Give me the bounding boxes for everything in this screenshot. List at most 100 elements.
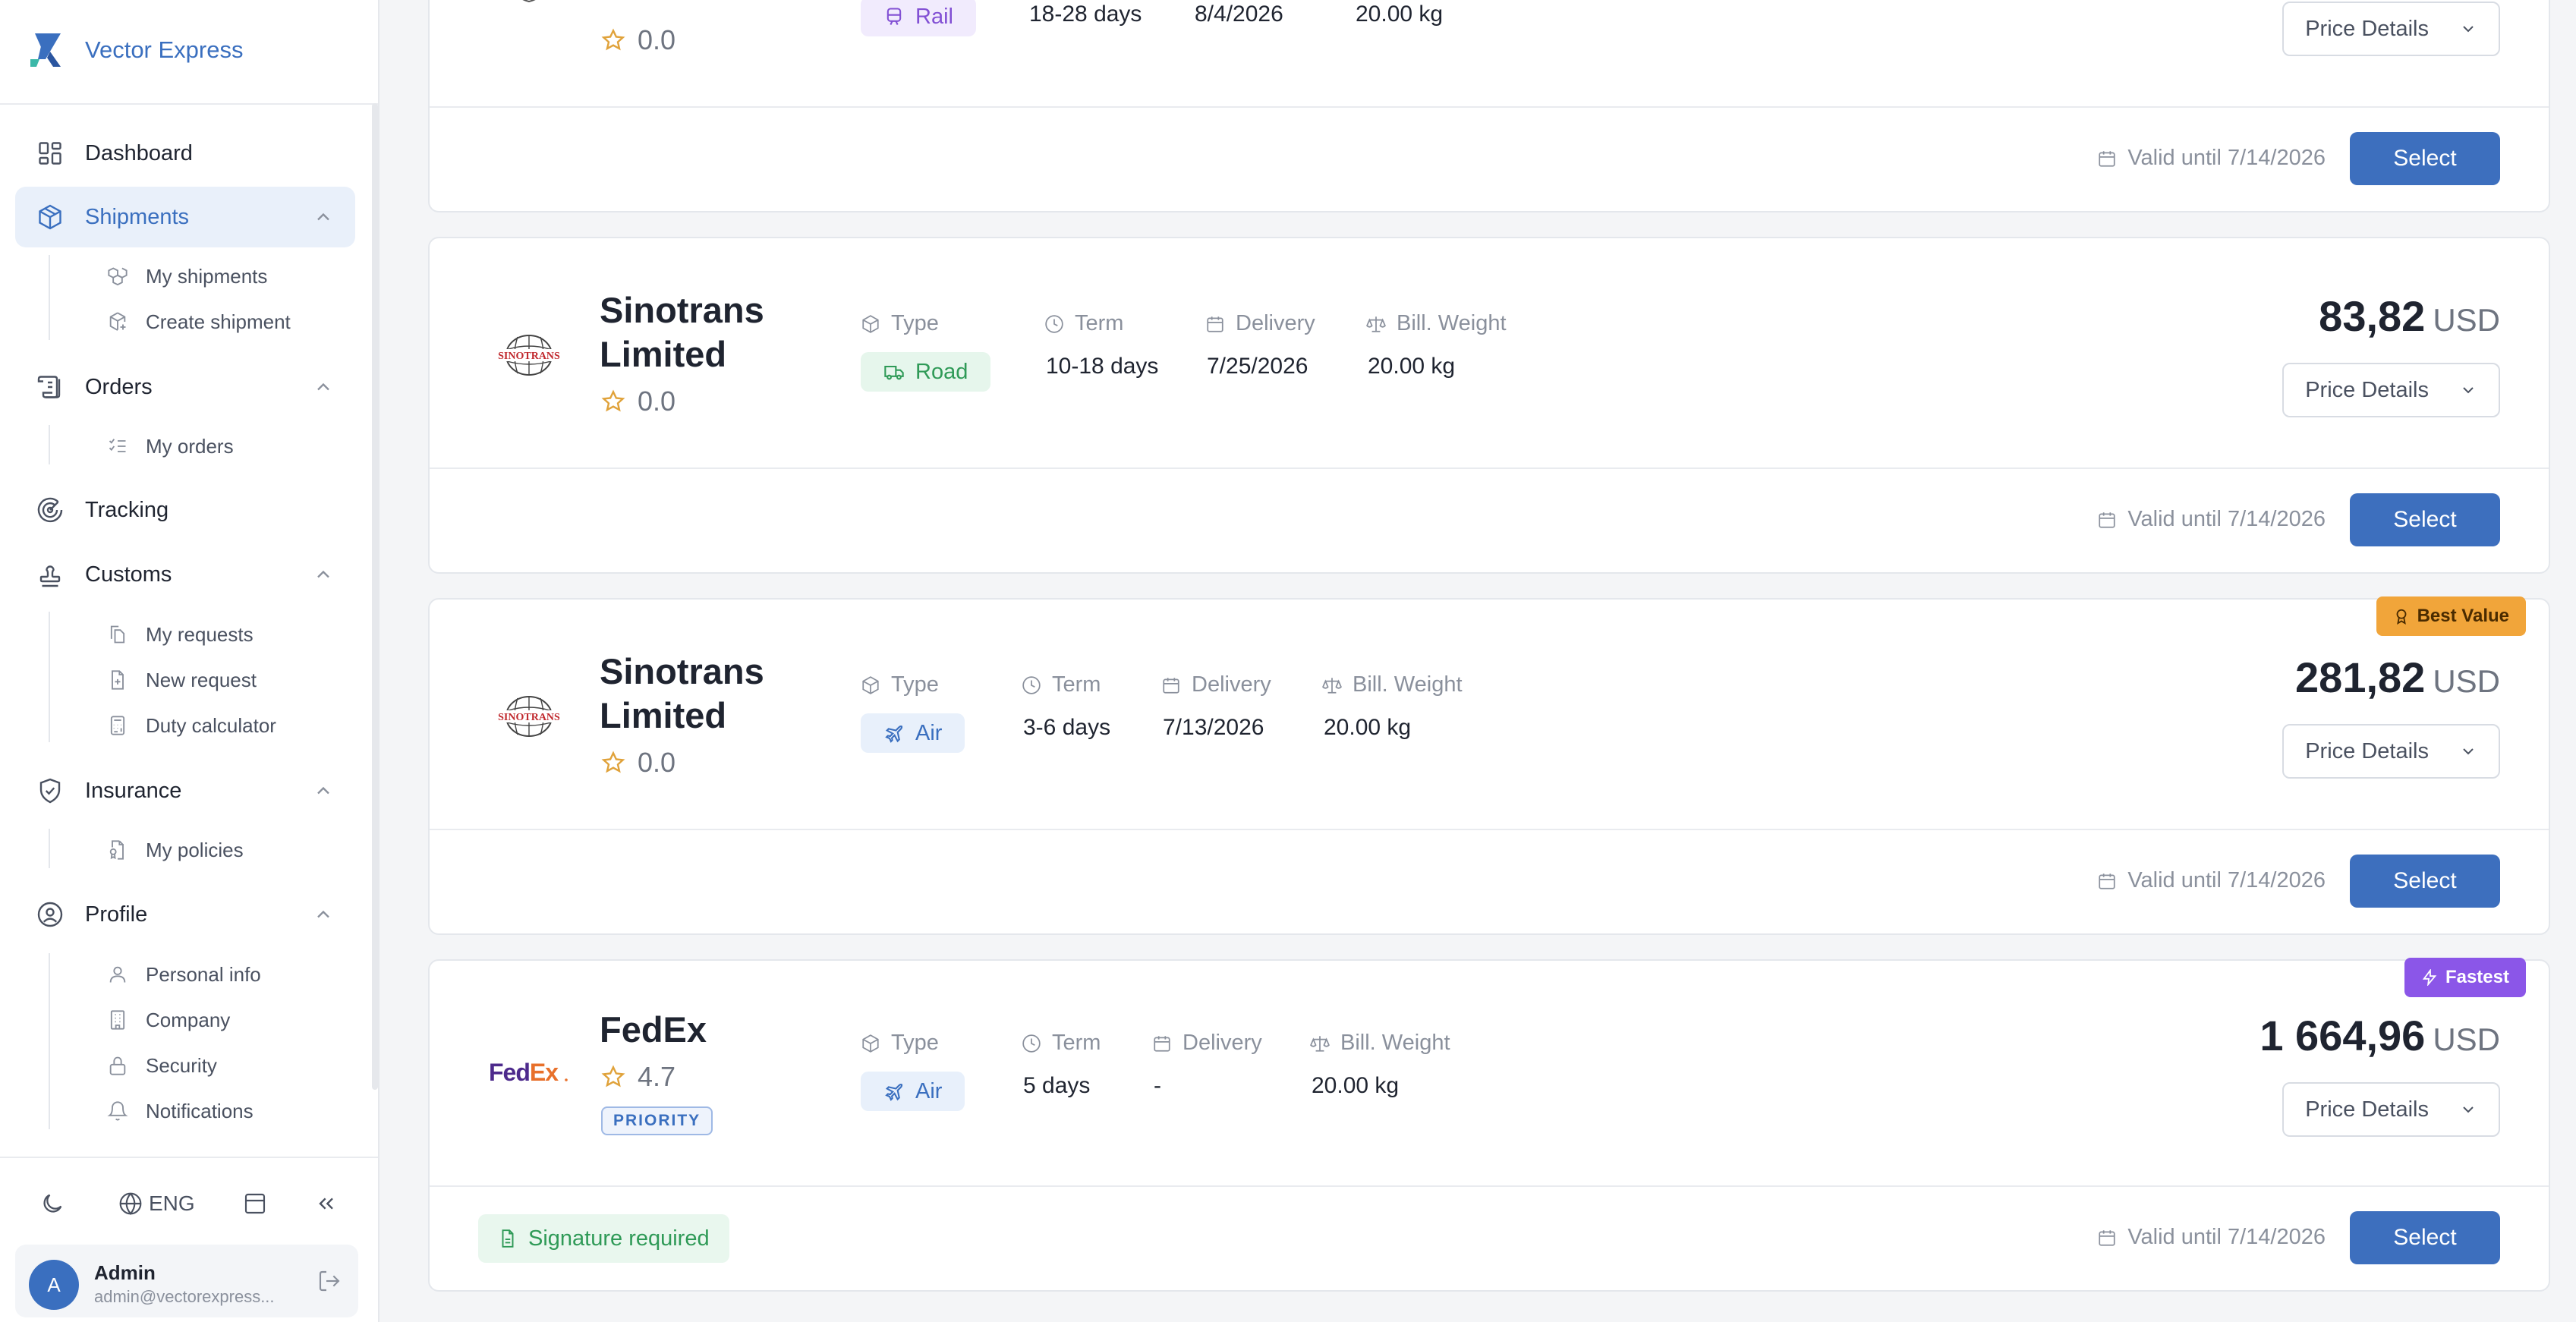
train-icon	[883, 6, 905, 27]
package-icon	[35, 202, 65, 232]
package-icon	[861, 675, 880, 695]
type-value: Air	[915, 1078, 943, 1103]
label-text: Delivery	[1183, 1031, 1262, 1055]
bell-icon	[106, 1100, 129, 1122]
sub-my-shipments[interactable]: My shipments	[106, 257, 267, 295]
valid-until-text: Valid until 7/14/2026	[2127, 146, 2326, 170]
fedex-logo-fed: Fed	[489, 1059, 530, 1086]
sub-security[interactable]: Security	[106, 1047, 217, 1084]
calendar-icon	[2097, 149, 2117, 168]
price-currency: USD	[2433, 302, 2500, 338]
sidebar-scrollbar[interactable]	[372, 103, 378, 1090]
type-value: Air	[915, 720, 943, 745]
clock-icon	[1022, 1034, 1041, 1053]
delivery-label: Delivery	[1205, 311, 1315, 336]
select-button[interactable]: Select	[2350, 132, 2500, 185]
valid-until: Valid until 7/14/2026	[2097, 507, 2326, 532]
package-icon	[861, 314, 880, 334]
award-icon	[2393, 608, 2410, 625]
scroll-icon	[35, 372, 65, 402]
term-value: 3-6 days	[1023, 715, 1111, 740]
weight-label: Bill. Weight	[1322, 672, 1463, 697]
sub-personal-info[interactable]: Personal info	[106, 955, 261, 993]
valid-until-text: Valid until 7/14/2026	[2127, 507, 2326, 531]
price: 281,82 USD	[2295, 653, 2500, 702]
brand[interactable]: Vector Express	[27, 29, 243, 71]
rating-value: 0.0	[638, 386, 676, 417]
sub-duty-calculator[interactable]: Duty calculator	[106, 707, 276, 744]
submenu-line	[49, 255, 50, 340]
sidebar: Vector Express Dashboard Shipments My sh…	[0, 0, 379, 1322]
boxes-icon	[106, 265, 129, 288]
select-button[interactable]: Select	[2350, 1211, 2500, 1264]
sub-my-requests[interactable]: My requests	[106, 615, 254, 653]
nav-orders[interactable]: Orders	[15, 357, 355, 417]
divider	[430, 829, 2549, 830]
sub-new-request[interactable]: New request	[106, 661, 257, 699]
user-card[interactable]: A Admin admin@vectorexpress...	[15, 1245, 358, 1317]
theme-toggle[interactable]	[39, 1188, 65, 1219]
valid-until: Valid until 7/14/2026	[2097, 146, 2326, 171]
calendar-icon	[2097, 510, 2117, 530]
nav-insurance[interactable]: Insurance	[15, 760, 355, 821]
divider	[0, 1157, 378, 1158]
rating-value: 4.7	[638, 1061, 676, 1092]
nav-profile[interactable]: Profile	[15, 884, 355, 945]
star-icon	[601, 1065, 625, 1089]
sub-label: Security	[146, 1053, 217, 1077]
carrier-logo	[487, 0, 571, 15]
sub-create-shipment[interactable]: Create shipment	[106, 303, 291, 341]
chevron-up-icon	[313, 564, 334, 585]
delivery-label: Delivery	[1152, 1031, 1262, 1056]
dashboard-icon	[35, 138, 65, 168]
chevron-down-icon	[2459, 381, 2477, 399]
nav-customs[interactable]: Customs	[15, 544, 355, 605]
sub-my-orders[interactable]: My orders	[106, 427, 234, 465]
label-text: Term	[1075, 311, 1124, 335]
sub-company[interactable]: Company	[106, 1001, 230, 1039]
term-value: 10-18 days	[1046, 354, 1159, 379]
price-details-dropdown[interactable]: Price Details	[2282, 724, 2500, 779]
carrier-name: Limited	[600, 0, 827, 9]
term-value: 5 days	[1023, 1073, 1091, 1098]
signature-required-text: Signature required	[528, 1226, 710, 1251]
sub-notifications[interactable]: Notifications	[106, 1092, 254, 1130]
valid-until-text: Valid until 7/14/2026	[2127, 868, 2326, 892]
type-label: Type	[861, 672, 939, 697]
logout-icon[interactable]	[317, 1269, 342, 1293]
user-name: Admin	[94, 1261, 156, 1284]
label-text: Type	[891, 1031, 939, 1055]
chevron-down-icon	[2459, 742, 2477, 760]
select-button[interactable]: Select	[2350, 855, 2500, 908]
nav-dashboard[interactable]: Dashboard	[15, 123, 355, 184]
avatar: A	[29, 1260, 79, 1310]
price-details-dropdown[interactable]: Price Details	[2282, 363, 2500, 417]
truck-icon	[883, 361, 905, 382]
calendar-icon	[2097, 1228, 2117, 1248]
quote-card-road: SINOTRANS Sinotrans Limited 0.0 Type Roa…	[428, 237, 2550, 574]
nav-label: Shipments	[85, 204, 190, 229]
nav-tracking[interactable]: Tracking	[15, 480, 355, 540]
scale-icon	[1322, 675, 1342, 695]
select-button[interactable]: Select	[2350, 493, 2500, 546]
nav-label: Tracking	[85, 497, 169, 522]
best-value-badge: Best Value	[2376, 596, 2526, 636]
user-circle-icon	[35, 899, 65, 930]
weight-value: 20.00 kg	[1368, 354, 1456, 379]
label-text: Bill. Weight	[1340, 1031, 1450, 1055]
language-switcher[interactable]: ENG	[118, 1188, 195, 1219]
layout-toggle[interactable]	[243, 1188, 267, 1219]
collapse-sidebar-button[interactable]	[314, 1188, 339, 1219]
weight-label: Bill. Weight	[1366, 311, 1507, 336]
sub-label: Create shipment	[146, 310, 291, 333]
delivery-value: -	[1154, 1073, 1161, 1098]
price-details-dropdown[interactable]: Price Details	[2282, 1082, 2500, 1137]
carrier-name-line: Sinotrans	[600, 290, 764, 330]
nav-label: Customs	[85, 562, 172, 587]
price-currency: USD	[2433, 1021, 2500, 1057]
nav-shipments[interactable]: Shipments	[15, 187, 355, 247]
rating: 0.0	[601, 386, 675, 417]
price-details-dropdown[interactable]: Price Details	[2282, 2, 2500, 56]
submenu-line	[49, 829, 50, 868]
sub-my-policies[interactable]: My policies	[106, 831, 244, 869]
